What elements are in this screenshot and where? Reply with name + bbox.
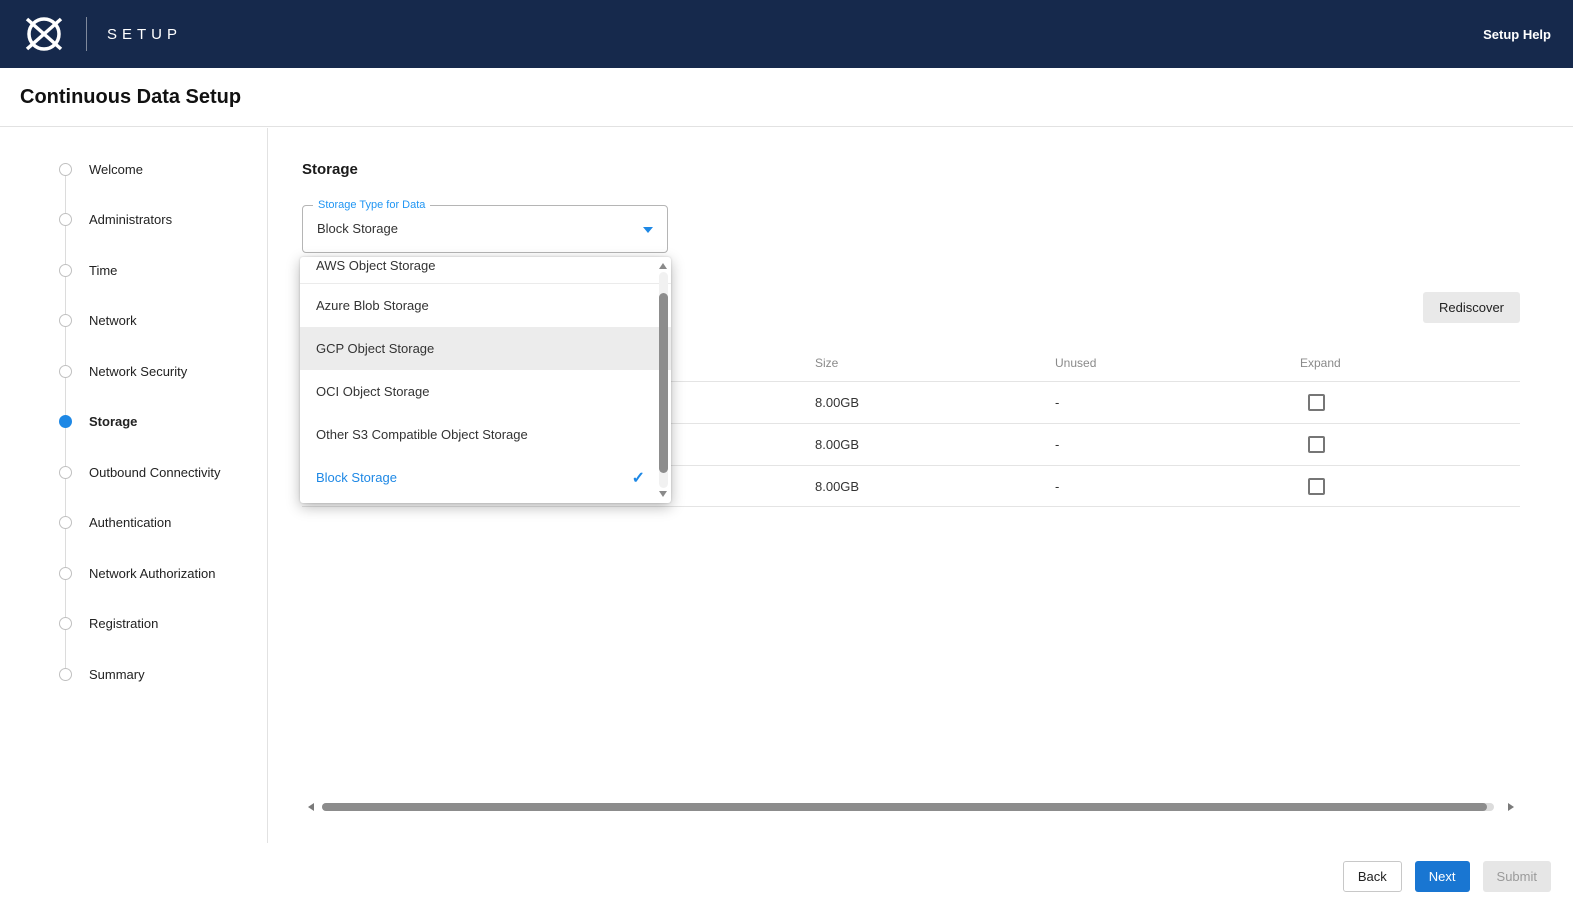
menu-item-oci-object-storage[interactable]: OCI Object Storage bbox=[300, 370, 671, 413]
step-dot-active bbox=[59, 415, 72, 428]
step-dot bbox=[59, 668, 72, 681]
column-header-expand: Expand bbox=[1300, 356, 1520, 370]
expand-checkbox[interactable] bbox=[1308, 436, 1325, 453]
column-header-unused: Unused bbox=[1055, 356, 1300, 370]
menu-item-aws-object-storage[interactable]: AWS Object Storage bbox=[300, 257, 671, 284]
storage-type-dropdown-menu: AWS Object Storage Azure Blob Storage GC… bbox=[300, 257, 671, 503]
menu-item-azure-blob-storage[interactable]: Azure Blob Storage bbox=[300, 284, 671, 327]
size-cell: 8.00GB bbox=[815, 395, 1055, 410]
scrollbar-thumb[interactable] bbox=[322, 803, 1487, 811]
storage-type-select-value: Block Storage bbox=[317, 206, 398, 252]
step-label: Time bbox=[89, 263, 117, 278]
chevron-down-icon bbox=[643, 227, 653, 233]
step-dot bbox=[59, 365, 72, 378]
step-dot bbox=[59, 466, 72, 479]
size-cell: 8.00GB bbox=[815, 437, 1055, 452]
page-title: Continuous Data Setup bbox=[20, 86, 241, 109]
step-label: Storage bbox=[89, 414, 137, 429]
step-dot bbox=[59, 617, 72, 630]
menu-item-label: Block Storage bbox=[316, 470, 397, 485]
expand-cell bbox=[1300, 394, 1520, 411]
sidebar-item-storage[interactable]: Storage bbox=[0, 397, 267, 448]
setup-stepper: Welcome Administrators Time Network Netw… bbox=[0, 128, 267, 700]
storage-type-select[interactable]: Storage Type for Data Block Storage bbox=[302, 205, 668, 253]
sidebar-item-administrators[interactable]: Administrators bbox=[0, 195, 267, 246]
step-dot bbox=[59, 264, 72, 277]
sidebar-item-authentication[interactable]: Authentication bbox=[0, 498, 267, 549]
step-dot bbox=[59, 567, 72, 580]
check-icon: ✓ bbox=[632, 468, 645, 488]
sidebar-item-outbound-connectivity[interactable]: Outbound Connectivity bbox=[0, 447, 267, 498]
size-cell: 8.00GB bbox=[815, 479, 1055, 494]
column-header-size: Size bbox=[815, 356, 1055, 370]
setup-help-link[interactable]: Setup Help bbox=[1483, 27, 1551, 42]
sidebar-item-network[interactable]: Network bbox=[0, 296, 267, 347]
page-header: Continuous Data Setup bbox=[0, 68, 1573, 127]
menu-item-block-storage[interactable]: Block Storage ✓ bbox=[300, 456, 671, 499]
sidebar-item-network-security[interactable]: Network Security bbox=[0, 346, 267, 397]
submit-button[interactable]: Submit bbox=[1483, 861, 1551, 892]
sidebar-item-welcome[interactable]: Welcome bbox=[0, 144, 267, 195]
menu-scrollbar-thumb[interactable] bbox=[659, 293, 668, 473]
sidebar-item-network-authorization[interactable]: Network Authorization bbox=[0, 548, 267, 599]
expand-checkbox[interactable] bbox=[1308, 478, 1325, 495]
brand-divider bbox=[86, 17, 87, 51]
sidebar: Welcome Administrators Time Network Netw… bbox=[0, 128, 268, 843]
step-label: Network Security bbox=[89, 364, 187, 379]
expand-checkbox[interactable] bbox=[1308, 394, 1325, 411]
topbar: SETUP Setup Help bbox=[0, 0, 1573, 68]
scroll-right-icon[interactable] bbox=[1508, 803, 1514, 811]
sidebar-item-time[interactable]: Time bbox=[0, 245, 267, 296]
step-label: Administrators bbox=[89, 212, 172, 227]
brand-text: SETUP bbox=[107, 26, 182, 43]
step-label: Outbound Connectivity bbox=[89, 465, 221, 480]
expand-cell bbox=[1300, 478, 1520, 495]
step-dot bbox=[59, 314, 72, 327]
menu-item-gcp-object-storage[interactable]: GCP Object Storage bbox=[300, 327, 671, 370]
expand-cell bbox=[1300, 436, 1520, 453]
scroll-left-icon[interactable] bbox=[308, 803, 314, 811]
sidebar-item-summary[interactable]: Summary bbox=[0, 649, 267, 700]
sidebar-item-registration[interactable]: Registration bbox=[0, 599, 267, 650]
step-label: Registration bbox=[89, 616, 158, 631]
step-dot bbox=[59, 516, 72, 529]
unused-cell: - bbox=[1055, 437, 1300, 452]
back-button[interactable]: Back bbox=[1343, 861, 1402, 892]
unused-cell: - bbox=[1055, 479, 1300, 494]
rediscover-button[interactable]: Rediscover bbox=[1423, 292, 1520, 323]
horizontal-scrollbar bbox=[302, 800, 1520, 814]
scroll-up-icon[interactable] bbox=[659, 263, 667, 269]
unused-cell: - bbox=[1055, 395, 1300, 410]
step-label: Summary bbox=[89, 667, 145, 682]
step-label: Network Authorization bbox=[89, 566, 215, 581]
scroll-down-icon[interactable] bbox=[659, 491, 667, 497]
step-label: Welcome bbox=[89, 162, 143, 177]
next-button[interactable]: Next bbox=[1415, 861, 1470, 892]
step-dot bbox=[59, 163, 72, 176]
delphix-logo-icon bbox=[18, 10, 70, 58]
footer-actions: Back Next Submit bbox=[1343, 861, 1551, 892]
step-label: Network bbox=[89, 313, 137, 328]
storage-section-title: Storage bbox=[302, 161, 358, 178]
step-dot bbox=[59, 213, 72, 226]
step-label: Authentication bbox=[89, 515, 171, 530]
menu-item-other-s3-compatible[interactable]: Other S3 Compatible Object Storage bbox=[300, 413, 671, 456]
